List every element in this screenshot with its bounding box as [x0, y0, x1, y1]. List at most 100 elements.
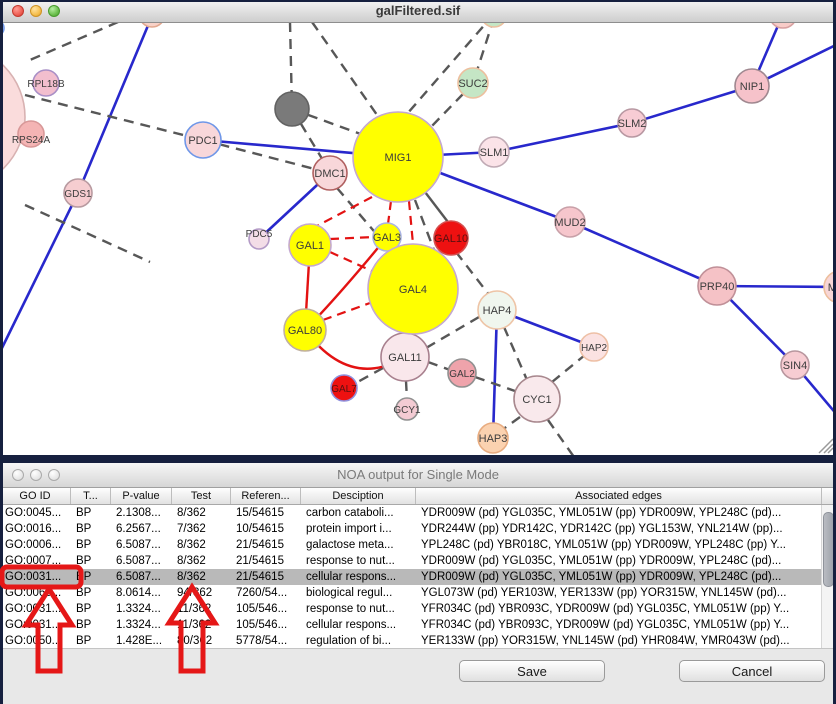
table-row[interactable]: GO:0007...BP6.5087...8/36221/54615respon…: [1, 553, 821, 569]
edge-gray: [504, 327, 527, 380]
cell-associated_edges: YGL073W (pd) YER103W, YER133W (pp) YOR31…: [417, 585, 821, 601]
node-label-gal80: GAL80: [288, 325, 322, 337]
edge-blue: [632, 86, 752, 123]
node-label-pdc1: PDC1: [188, 135, 217, 147]
node-label-gal10: GAL10: [434, 233, 468, 245]
close-button[interactable]: [12, 5, 24, 17]
node-label-gal2: GAL2: [449, 369, 475, 380]
cell-p_value: 2.1308...: [112, 505, 173, 521]
cancel-button[interactable]: Cancel: [679, 660, 825, 682]
scrollbar-thumb[interactable]: [823, 512, 834, 587]
cell-test: 7/362: [173, 521, 232, 537]
minimize-button-inactive[interactable]: [30, 469, 42, 481]
table-row[interactable]: GO:0045...BP2.1308...8/36215/54615carbon…: [1, 505, 821, 521]
table-row[interactable]: GO:0031...BP1.3324...11/362105/546...cel…: [1, 617, 821, 633]
window-gap: [0, 455, 836, 463]
graph-window-titlebar[interactable]: galFiltered.sif: [0, 0, 836, 23]
cell-test: 8/362: [173, 505, 232, 521]
zoom-button[interactable]: [48, 5, 60, 17]
cell-p_value: 6.2567...: [112, 521, 173, 537]
node-label-gal11: GAL11: [388, 352, 421, 364]
cell-type: BP: [72, 537, 112, 553]
node-label-nip1: NIP1: [740, 81, 764, 93]
cell-reference: 21/54615: [232, 553, 302, 569]
cell-description: biological regul...: [302, 585, 417, 601]
node-label-prp40: PRP40: [700, 281, 735, 293]
cell-type: BP: [72, 569, 112, 585]
cell-p_value: 1.3324...: [112, 601, 173, 617]
cell-go_id: GO:0050...: [1, 633, 72, 649]
table-scrollbar[interactable]: [821, 505, 835, 649]
cell-p_value: 1.3324...: [112, 617, 173, 633]
table-row[interactable]: GO:0031...BP1.3324...11/362105/546...res…: [1, 601, 821, 617]
cell-go_id: GO:0031...: [1, 601, 72, 617]
noa-window-titlebar[interactable]: NOA output for Single Mode: [0, 463, 836, 488]
table-row[interactable]: GO:0050...BP1.428E...80/3625778/54...reg…: [1, 633, 821, 649]
edge-gray: [30, 22, 118, 60]
edge-reddash: [323, 303, 370, 320]
cell-reference: 21/54615: [232, 537, 302, 553]
cell-associated_edges: YER133W (pp) YOR315W, YNL145W (pd) YHR08…: [417, 633, 821, 649]
node-label-hap2: HAP2: [581, 343, 608, 354]
cell-reference: 105/546...: [232, 601, 302, 617]
table-row[interactable]: GO:0065...BP8.0614...94/3627260/54...bio…: [1, 585, 821, 601]
node-label-gcy1: GCY1: [393, 405, 421, 416]
minimize-button[interactable]: [30, 5, 42, 17]
noa-window-title: NOA output for Single Mode: [0, 463, 836, 487]
edge-gray: [430, 94, 463, 128]
col-header-reference[interactable]: Referen...: [231, 488, 301, 504]
col-header-associated-edges[interactable]: Associated edges: [416, 488, 822, 504]
node-label-gal7: GAL7: [331, 384, 357, 395]
network-canvas[interactable]: RPL18BRPS24AGDS1PDC1DMC1MIG1SLM1SLM2NIP1…: [0, 0, 836, 455]
col-header-description[interactable]: Desciption: [301, 488, 416, 504]
node-label-hap4: HAP4: [483, 305, 512, 317]
col-header-go-id[interactable]: GO ID: [0, 488, 71, 504]
edge-gray: [548, 420, 574, 455]
node-unlabeled[interactable]: [0, 45, 25, 189]
col-header-type[interactable]: T...: [71, 488, 111, 504]
node-label-msn: MSN: [828, 282, 836, 294]
cell-associated_edges: YDR244W (pp) YDR142C, YDR142C (pp) YGL15…: [417, 521, 821, 537]
col-header-p-value[interactable]: P-value: [111, 488, 172, 504]
graph-window: RPL18BRPS24AGDS1PDC1DMC1MIG1SLM1SLM2NIP1…: [0, 0, 836, 455]
edge-gray: [407, 14, 494, 114]
edge-gray: [428, 362, 450, 370]
node-label-sin4: SIN4: [783, 360, 807, 372]
cell-associated_edges: YPL248C (pd) YBR018C, YML051W (pp) YDR00…: [417, 537, 821, 553]
cell-type: BP: [72, 617, 112, 633]
cell-description: response to nut...: [302, 601, 417, 617]
cell-description: carbon cataboli...: [302, 505, 417, 521]
edge-gray: [312, 22, 382, 122]
edge-gray: [552, 355, 585, 382]
cell-reference: 10/54615: [232, 521, 302, 537]
cell-go_id: GO:0006...: [1, 537, 72, 553]
node-label-cyc1: CYC1: [522, 394, 551, 406]
cell-type: BP: [72, 553, 112, 569]
node-unlabeled[interactable]: [275, 92, 309, 126]
table-row[interactable]: GO:0031...BP6.5087...8/36221/54615cellul…: [1, 569, 821, 585]
edge-blue: [494, 123, 632, 152]
save-button[interactable]: Save: [459, 660, 605, 682]
cell-description: protein import i...: [302, 521, 417, 537]
cell-description: cellular respons...: [302, 569, 417, 585]
cell-reference: 21/54615: [232, 569, 302, 585]
cell-description: response to nut...: [302, 553, 417, 569]
close-button-inactive[interactable]: [12, 469, 24, 481]
node-label-gal4: GAL4: [399, 284, 427, 296]
table-row[interactable]: GO:0016...BP6.2567...7/36210/54615protei…: [1, 521, 821, 537]
table-row[interactable]: GO:0006...BP6.5087...8/36221/54615galact…: [1, 537, 821, 553]
node-label-rpl18b: RPL18B: [27, 79, 65, 90]
cell-go_id: GO:0065...: [1, 585, 72, 601]
node-label-suc2: SUC2: [458, 78, 487, 90]
col-header-test[interactable]: Test: [172, 488, 231, 504]
node-label-dmc1: DMC1: [314, 168, 345, 180]
cell-test: 94/362: [173, 585, 232, 601]
zoom-button-inactive[interactable]: [48, 469, 60, 481]
node-label-slm1: SLM1: [480, 147, 509, 159]
cell-type: BP: [72, 505, 112, 521]
cell-associated_edges: YDR009W (pd) YGL035C, YML051W (pp) YDR00…: [417, 505, 821, 521]
node-label-rps24a: RPS24A: [12, 135, 51, 146]
edge-gray: [456, 252, 490, 296]
edge-gray: [354, 368, 383, 384]
cell-p_value: 6.5087...: [112, 537, 173, 553]
